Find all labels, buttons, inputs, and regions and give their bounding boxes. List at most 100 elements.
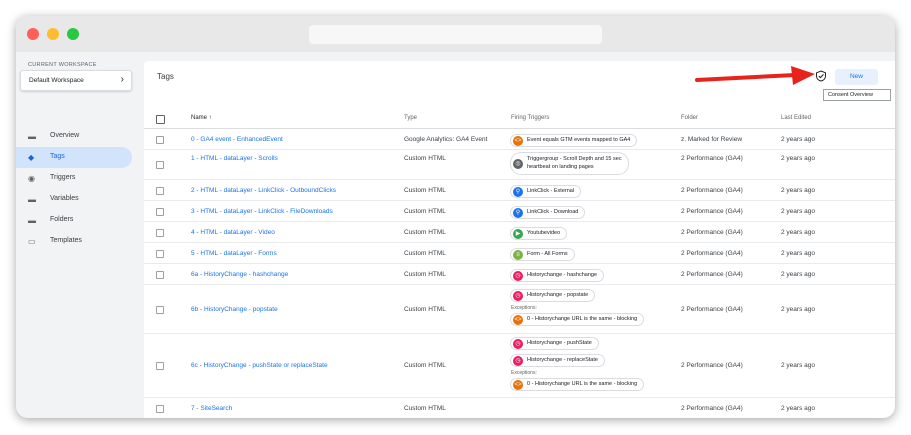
tag-name-link[interactable]: 2 - HTML - dataLayer - LinkClick - Outbo… bbox=[191, 187, 336, 194]
title-bar bbox=[16, 16, 895, 52]
trigger-chip[interactable]: ▶ Youtubevideo bbox=[510, 227, 568, 240]
trigger-icon: ◉ bbox=[28, 174, 35, 183]
trigger-chip[interactable]: ⚲ LinkClick - Download bbox=[510, 206, 586, 219]
sidebar-item-folders[interactable]: ▬ Folders bbox=[16, 210, 132, 231]
page-title: Tags bbox=[157, 72, 174, 81]
table-row[interactable]: 0 - GA4 event - EnhancedEvent Google Anal… bbox=[144, 130, 895, 150]
tag-type: Custom HTML bbox=[404, 362, 446, 369]
sidebar-item-tags[interactable]: ◆ Tags bbox=[16, 147, 132, 168]
row-checkbox[interactable] bbox=[156, 208, 164, 216]
tag-name-link[interactable]: 6a - HistoryChange - hashchange bbox=[191, 271, 288, 278]
row-checkbox[interactable] bbox=[156, 271, 164, 279]
tag-last-edited: 2 years ago bbox=[781, 187, 815, 194]
row-checkbox[interactable] bbox=[156, 250, 164, 258]
tag-type: Custom HTML bbox=[404, 250, 446, 257]
sidebar-item-label: Templates bbox=[50, 237, 82, 244]
tag-name-link[interactable]: 0 - GA4 event - EnhancedEvent bbox=[191, 136, 283, 143]
folder-icon: ▬ bbox=[28, 216, 36, 225]
trigger-label: Historychange - popstate bbox=[527, 292, 589, 298]
tag-last-edited: 2 years ago bbox=[781, 229, 815, 236]
table-row[interactable]: 5 - HTML - dataLayer - Forms Custom HTML 2… bbox=[144, 243, 895, 264]
tag-name-link[interactable]: 3 - HTML - dataLayer - LinkClick - FileD… bbox=[191, 208, 333, 215]
column-last-edited[interactable]: Last Edited bbox=[781, 115, 811, 121]
tag-folder: 2 Performance (GA4) bbox=[681, 187, 743, 194]
sidebar-item-label: Triggers bbox=[50, 174, 76, 181]
tag-last-edited: 2 years ago bbox=[781, 155, 815, 162]
tag-name-link[interactable]: 4 - HTML - dataLayer - Video bbox=[191, 229, 275, 236]
workspace-selector[interactable]: Default Workspace › bbox=[20, 70, 132, 91]
tag-type: Custom HTML bbox=[404, 306, 446, 313]
table-row[interactable]: 2 - HTML - dataLayer - LinkClick - Outbo… bbox=[144, 180, 895, 201]
trigger-label: Form - All Forms bbox=[527, 251, 568, 257]
trigger-label: 0 - Historychange URL is the same - bloc… bbox=[527, 381, 638, 387]
tag-folder: 2 Performance (GA4) bbox=[681, 362, 743, 369]
trigger-chip[interactable]: <> 0 - Historychange URL is the same - bl… bbox=[510, 378, 645, 391]
row-checkbox[interactable] bbox=[156, 405, 164, 413]
table-row[interactable]: 7 - SiteSearch Custom HTML 2 Performance (… bbox=[144, 398, 895, 418]
table-row[interactable]: 3 - HTML - dataLayer - LinkClick - FileD… bbox=[144, 201, 895, 222]
trigger-type-icon: ⚲ bbox=[513, 208, 523, 218]
tag-last-edited: 2 years ago bbox=[781, 208, 815, 215]
new-tag-button[interactable]: New bbox=[835, 69, 878, 85]
row-checkbox[interactable] bbox=[156, 229, 164, 237]
sidebar-item-overview[interactable]: ▬ Overview bbox=[16, 126, 132, 147]
red-arrow-annotation bbox=[695, 66, 815, 85]
table-row[interactable]: 6b - HistoryChange - popstate Custom HTML… bbox=[144, 285, 895, 334]
sidebar-item-label: Folders bbox=[50, 216, 74, 223]
table-row[interactable]: 6c - HistoryChange - pushState or replac… bbox=[144, 334, 895, 398]
chevron-right-icon: › bbox=[120, 74, 124, 85]
trigger-chip[interactable]: ◎ Triggergroup - Scroll Depth and 15 sec h… bbox=[510, 152, 629, 175]
tag-type: Custom HTML bbox=[404, 208, 446, 215]
table-row[interactable]: 6a - HistoryChange - hashchange Custom HT… bbox=[144, 264, 895, 285]
row-checkbox[interactable] bbox=[156, 306, 164, 314]
column-triggers[interactable]: Firing Triggers bbox=[511, 115, 549, 121]
trigger-type-icon: ◎ bbox=[513, 159, 523, 169]
tag-last-edited: 2 years ago bbox=[781, 250, 815, 257]
trigger-label: LinkClick - Download bbox=[527, 209, 579, 215]
trigger-label: LinkClick - External bbox=[527, 188, 575, 194]
column-name[interactable]: Name ↑ bbox=[191, 115, 212, 121]
tag-name-link[interactable]: 6b - HistoryChange - popstate bbox=[191, 306, 278, 313]
sidebar-item-triggers[interactable]: ◉ Triggers bbox=[16, 168, 132, 189]
address-bar[interactable] bbox=[309, 25, 602, 44]
tag-name-link[interactable]: 5 - HTML - dataLayer - Forms bbox=[191, 250, 277, 257]
sidebar-item-label: Overview bbox=[50, 132, 80, 139]
trigger-chip[interactable]: ⚲ LinkClick - External bbox=[510, 185, 582, 198]
tag-name-link[interactable]: 1 - HTML - dataLayer - Scrolls bbox=[191, 155, 278, 162]
briefcase-icon: ▬ bbox=[28, 132, 36, 141]
table-row[interactable]: 1 - HTML - dataLayer - Scrolls Custom HTM… bbox=[144, 150, 895, 180]
row-checkbox[interactable] bbox=[156, 187, 164, 195]
trigger-type-icon: <> bbox=[513, 315, 523, 325]
column-type[interactable]: Type bbox=[404, 115, 417, 121]
trigger-type-icon: ▶ bbox=[513, 229, 523, 239]
tag-type: Custom HTML bbox=[404, 187, 446, 194]
trigger-chip[interactable]: ≡ Form - All Forms bbox=[510, 248, 575, 261]
trigger-chip[interactable]: ◷ Historychange - pushState bbox=[510, 337, 599, 350]
trigger-chip[interactable]: ◷ Historychange - hashchange bbox=[510, 269, 605, 282]
trigger-label: Historychange - replaceState bbox=[527, 357, 598, 363]
tag-name-link[interactable]: 6c - HistoryChange - pushState or replac… bbox=[191, 362, 328, 369]
tag-folder: 2 Performance (GA4) bbox=[681, 250, 743, 257]
table-row[interactable]: 4 - HTML - dataLayer - Video Custom HTML 2… bbox=[144, 222, 895, 243]
trigger-chip[interactable]: <> 0 - Historychange URL is the same - bl… bbox=[510, 313, 645, 326]
sidebar-item-templates[interactable]: ▭ Templates bbox=[16, 231, 132, 252]
minimize-window-button[interactable] bbox=[47, 28, 59, 40]
row-checkbox[interactable] bbox=[156, 362, 164, 370]
trigger-type-icon: <> bbox=[513, 380, 523, 390]
zoom-window-button[interactable] bbox=[67, 28, 79, 40]
trigger-chip[interactable]: <> Event equals GTM events mapped to GA4 bbox=[510, 134, 638, 147]
select-all-checkbox[interactable] bbox=[156, 115, 165, 124]
trigger-type-icon: ◷ bbox=[513, 271, 523, 281]
close-window-button[interactable] bbox=[27, 28, 39, 40]
trigger-chip[interactable]: ◷ Historychange - replaceState bbox=[510, 354, 605, 367]
row-checkbox[interactable] bbox=[156, 161, 164, 169]
trigger-chip[interactable]: ◷ Historychange - popstate bbox=[510, 289, 596, 302]
sidebar-item-variables[interactable]: ▬ Variables bbox=[16, 189, 132, 210]
tag-folder: 2 Performance (GA4) bbox=[681, 271, 743, 278]
tag-name-link[interactable]: 7 - SiteSearch bbox=[191, 405, 232, 412]
column-folder[interactable]: Folder bbox=[681, 115, 698, 121]
row-checkbox[interactable] bbox=[156, 136, 164, 144]
tag-folder: 2 Performance (GA4) bbox=[681, 405, 743, 412]
tag-icon: ◆ bbox=[28, 153, 35, 162]
tag-last-edited: 2 years ago bbox=[781, 271, 815, 278]
